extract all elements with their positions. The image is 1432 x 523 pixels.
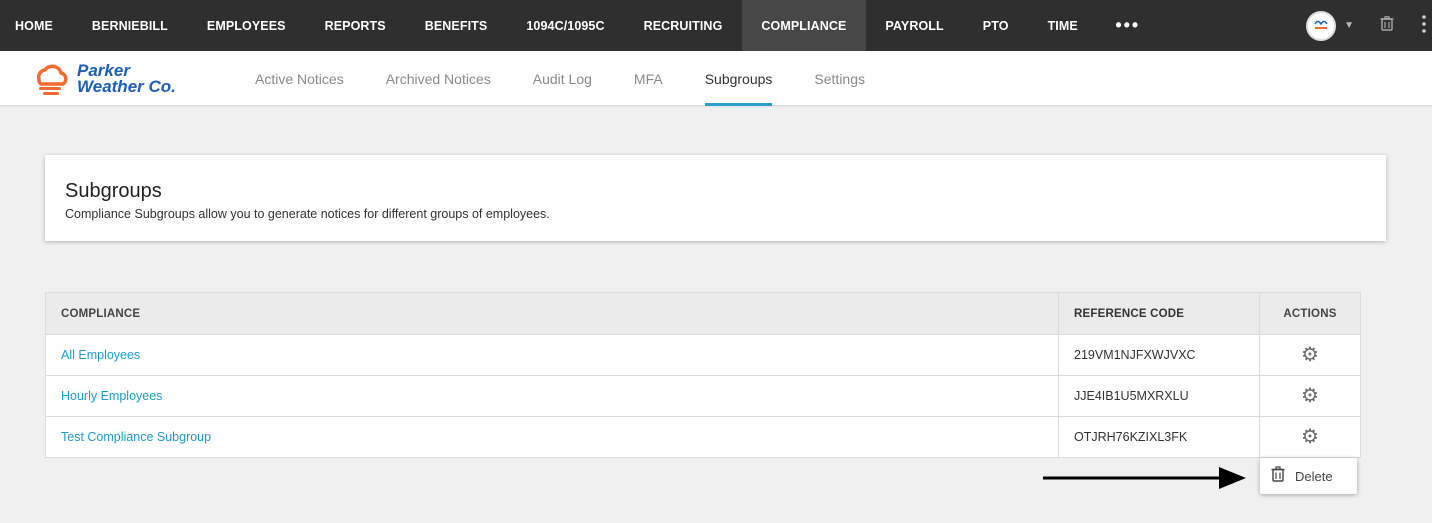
table-row: Test Compliance Subgroup OTJRH76KZIXL3FK… — [46, 416, 1360, 457]
nav-berniebill[interactable]: BERNIEBILL — [72, 0, 187, 51]
top-right-tools: ▼ — [1306, 0, 1432, 51]
kebab-menu-icon[interactable] — [1422, 15, 1426, 36]
table-header-row: COMPLIANCE REFERENCE CODE ACTIONS — [46, 293, 1360, 334]
tab-subgroups[interactable]: Subgroups — [684, 51, 794, 106]
subgroup-link[interactable]: Hourly Employees — [61, 389, 162, 403]
delete-label: Delete — [1295, 468, 1333, 484]
column-header-actions: ACTIONS — [1283, 307, 1337, 320]
reference-code: 219VM1NJFXWJVXC — [1059, 335, 1260, 375]
gear-icon[interactable]: ⚙ — [1301, 386, 1319, 406]
tab-settings[interactable]: Settings — [793, 51, 886, 106]
subnav-tabs: Active Notices Archived Notices Audit Lo… — [234, 51, 886, 106]
tab-mfa[interactable]: MFA — [613, 51, 684, 106]
subgroup-link[interactable]: Test Compliance Subgroup — [61, 430, 211, 444]
column-header-reference-code: REFERENCE CODE — [1059, 293, 1260, 334]
gear-icon[interactable]: ⚙ — [1301, 427, 1319, 447]
company-logo-icon — [1311, 15, 1332, 36]
trash-icon[interactable] — [1380, 16, 1394, 35]
tab-audit-log[interactable]: Audit Log — [512, 51, 613, 106]
trash-icon — [1271, 465, 1285, 487]
table-row: Hourly Employees JJE4IB1U5MXRXLU ⚙ — [46, 375, 1360, 416]
page-title: Subgroups — [65, 180, 162, 202]
subgroup-link[interactable]: All Employees — [61, 348, 140, 362]
subgroups-header-card: Subgroups Compliance Subgroups allow you… — [45, 155, 1386, 241]
nav-more-button[interactable]: ••• — [1097, 0, 1158, 51]
nav-1094c-1095c[interactable]: 1094C/1095C — [507, 0, 624, 51]
subgroups-table: COMPLIANCE REFERENCE CODE ACTIONS All Em… — [45, 292, 1361, 458]
reference-code: OTJRH76KZIXL3FK — [1059, 417, 1260, 457]
tab-archived-notices[interactable]: Archived Notices — [365, 51, 512, 106]
nav-employees[interactable]: EMPLOYEES — [187, 0, 305, 51]
gear-icon[interactable]: ⚙ — [1301, 345, 1319, 365]
delete-menu-item[interactable]: Delete — [1260, 458, 1357, 494]
nav-compliance[interactable]: COMPLIANCE — [741, 0, 866, 51]
nav-payroll[interactable]: PAYROLL — [866, 0, 963, 51]
chevron-down-icon[interactable]: ▼ — [1344, 20, 1354, 31]
nav-recruiting[interactable]: RECRUITING — [624, 0, 742, 51]
page-description: Compliance Subgroups allow you to genera… — [65, 207, 550, 221]
reference-code: JJE4IB1U5MXRXLU — [1059, 376, 1260, 416]
logo-line-2: Weather Co. — [77, 77, 176, 96]
sub-navigation: Parker Weather Co. Active Notices Archiv… — [0, 51, 1432, 106]
nav-pto[interactable]: PTO — [963, 0, 1028, 51]
annotation-arrow-icon — [1043, 467, 1246, 489]
tab-active-notices[interactable]: Active Notices — [234, 51, 365, 106]
nav-benefits[interactable]: BENEFITS — [405, 0, 507, 51]
nav-time[interactable]: TIME — [1028, 0, 1097, 51]
column-header-compliance: COMPLIANCE — [46, 293, 1059, 334]
nav-home[interactable]: HOME — [0, 0, 72, 51]
cloud-logo-icon — [33, 61, 69, 97]
table-row: All Employees 219VM1NJFXWJVXC ⚙ — [46, 334, 1360, 375]
nav-reports[interactable]: REPORTS — [305, 0, 405, 51]
company-logo[interactable]: Parker Weather Co. — [33, 61, 205, 97]
company-avatar[interactable] — [1306, 10, 1337, 41]
top-navigation: HOME BERNIEBILL EMPLOYEES REPORTS BENEFI… — [0, 0, 1432, 51]
